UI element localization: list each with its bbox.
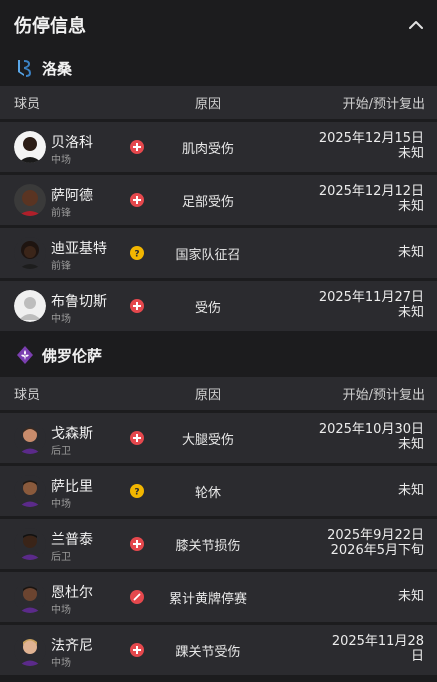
injury-icon [130,193,144,207]
player-position: 前锋 [51,208,71,219]
return-info: 2025年11月28 日 [332,634,424,664]
injury-reason: 足部受伤 [181,195,235,210]
column-header: 球员 原因 开始/预计复出 [0,86,437,119]
team-header-lausanne: 洛桑 [0,50,437,86]
column-return: 开始/预计复出 [342,388,425,403]
injury-reason: 轮休 [194,486,222,501]
player-name: 布鲁切斯 [51,294,107,310]
player-avatar [14,131,46,163]
player-row[interactable]: 恩杜尔 中场 累计黄牌停赛 未知 [0,572,437,622]
player-avatar [14,422,46,454]
return-expected: 未知 [397,146,424,161]
player-avatar [14,634,46,666]
team-name: 洛桑 [42,59,73,78]
player-position: 中场 [51,155,71,166]
player-avatar [14,475,46,507]
player-name: 恩杜尔 [51,585,93,601]
return-start: 2025年9月22日 [327,528,424,543]
return-start: 2025年11月28 [331,634,424,649]
injury-icon [130,140,144,154]
team-header-fiorentina: 佛罗伦萨 [0,339,437,371]
question-icon: ? [130,246,144,260]
return-info: 2025年12月15日 未知 [319,131,424,161]
section-header[interactable]: 伤停信息 [0,0,437,50]
svg-text:?: ? [134,488,139,497]
return-start: 2025年12月12日 [318,184,424,199]
injury-reason: 累计黄牌停赛 [168,592,248,607]
lausanne-logo-icon [14,57,36,79]
column-reason: 原因 [194,97,222,112]
return-expected: 未知 [397,305,424,320]
injury-icon [130,643,144,657]
player-name: 戈森斯 [51,426,93,442]
player-name: 萨阿德 [51,188,93,204]
injury-reason: 踝关节受伤 [175,645,241,660]
return-expected: 未知 [397,483,424,498]
column-player: 球员 [14,97,41,112]
player-name: 萨比里 [51,479,93,495]
return-info: 未知 [398,245,424,260]
player-row[interactable]: 戈森斯 后卫 大腿受伤 2025年10月30日 未知 [0,413,437,463]
return-expected: 未知 [397,245,424,260]
fiorentina-logo-icon [14,344,36,366]
player-position: 后卫 [51,446,71,457]
player-avatar [14,581,46,613]
column-return: 开始/预计复出 [342,97,425,112]
injury-icon [130,537,144,551]
player-avatar [14,237,46,269]
column-header: 球员 原因 开始/预计复出 [0,377,437,410]
player-position: 中场 [51,314,71,325]
player-name: 兰普泰 [51,532,93,548]
player-row[interactable]: 迪亚基特 前锋 ? 国家队征召 未知 [0,228,437,278]
return-expected: 2026年5月下旬 [330,543,424,558]
return-info: 2025年11月27日 未知 [319,290,424,320]
column-reason: 原因 [194,388,222,403]
return-expected: 未知 [397,199,424,214]
injury-reason: 肌肉受伤 [181,142,235,157]
injury-icon [130,431,144,445]
player-position: 中场 [51,605,71,616]
player-row[interactable]: 布鲁切斯 中场 受伤 2025年11月27日 未知 [0,281,437,331]
chevron-up-icon[interactable] [409,18,423,32]
injury-reason: 大腿受伤 [181,433,235,448]
section-title: 伤停信息 [14,16,86,37]
player-name: 法齐尼 [51,638,93,654]
player-position: 中场 [51,658,71,669]
player-row[interactable]: 兰普泰 后卫 膝关节损伤 2025年9月22日 2026年5月下旬 [0,519,437,569]
player-position: 后卫 [51,552,71,563]
column-player: 球员 [14,388,41,403]
return-info: 2025年9月22日 2026年5月下旬 [327,528,424,558]
return-expected: 未知 [397,589,424,604]
return-start: 2025年12月15日 [318,131,424,146]
return-start: 2025年10月30日 [318,422,424,437]
return-info: 2025年10月30日 未知 [319,422,424,452]
player-avatar [14,528,46,560]
player-position: 中场 [51,499,71,510]
suspension-icon [130,590,144,604]
return-info: 未知 [398,483,424,498]
return-info: 2025年12月12日 未知 [319,184,424,214]
return-expected: 日 [410,649,424,664]
return-expected: 未知 [397,437,424,452]
svg-text:?: ? [134,250,139,259]
player-avatar [14,184,46,216]
injury-reason: 受伤 [194,301,222,316]
injury-reason: 国家队征召 [175,248,241,263]
player-row[interactable]: 萨比里 中场 ? 轮休 未知 [0,466,437,516]
question-icon: ? [130,484,144,498]
player-avatar [14,290,46,322]
return-info: 未知 [398,589,424,604]
injury-icon [130,299,144,313]
return-start: 2025年11月27日 [318,290,424,305]
player-position: 前锋 [51,261,71,272]
team-name: 佛罗伦萨 [42,346,103,365]
player-row[interactable]: 贝洛科 中场 肌肉受伤 2025年12月15日 未知 [0,122,437,172]
player-name: 贝洛科 [51,135,93,151]
player-name: 迪亚基特 [51,241,107,257]
player-row[interactable]: 萨阿德 前锋 足部受伤 2025年12月12日 未知 [0,175,437,225]
player-row[interactable]: 法齐尼 中场 踝关节受伤 2025年11月28 日 [0,625,437,675]
injury-reason: 膝关节损伤 [175,539,241,554]
